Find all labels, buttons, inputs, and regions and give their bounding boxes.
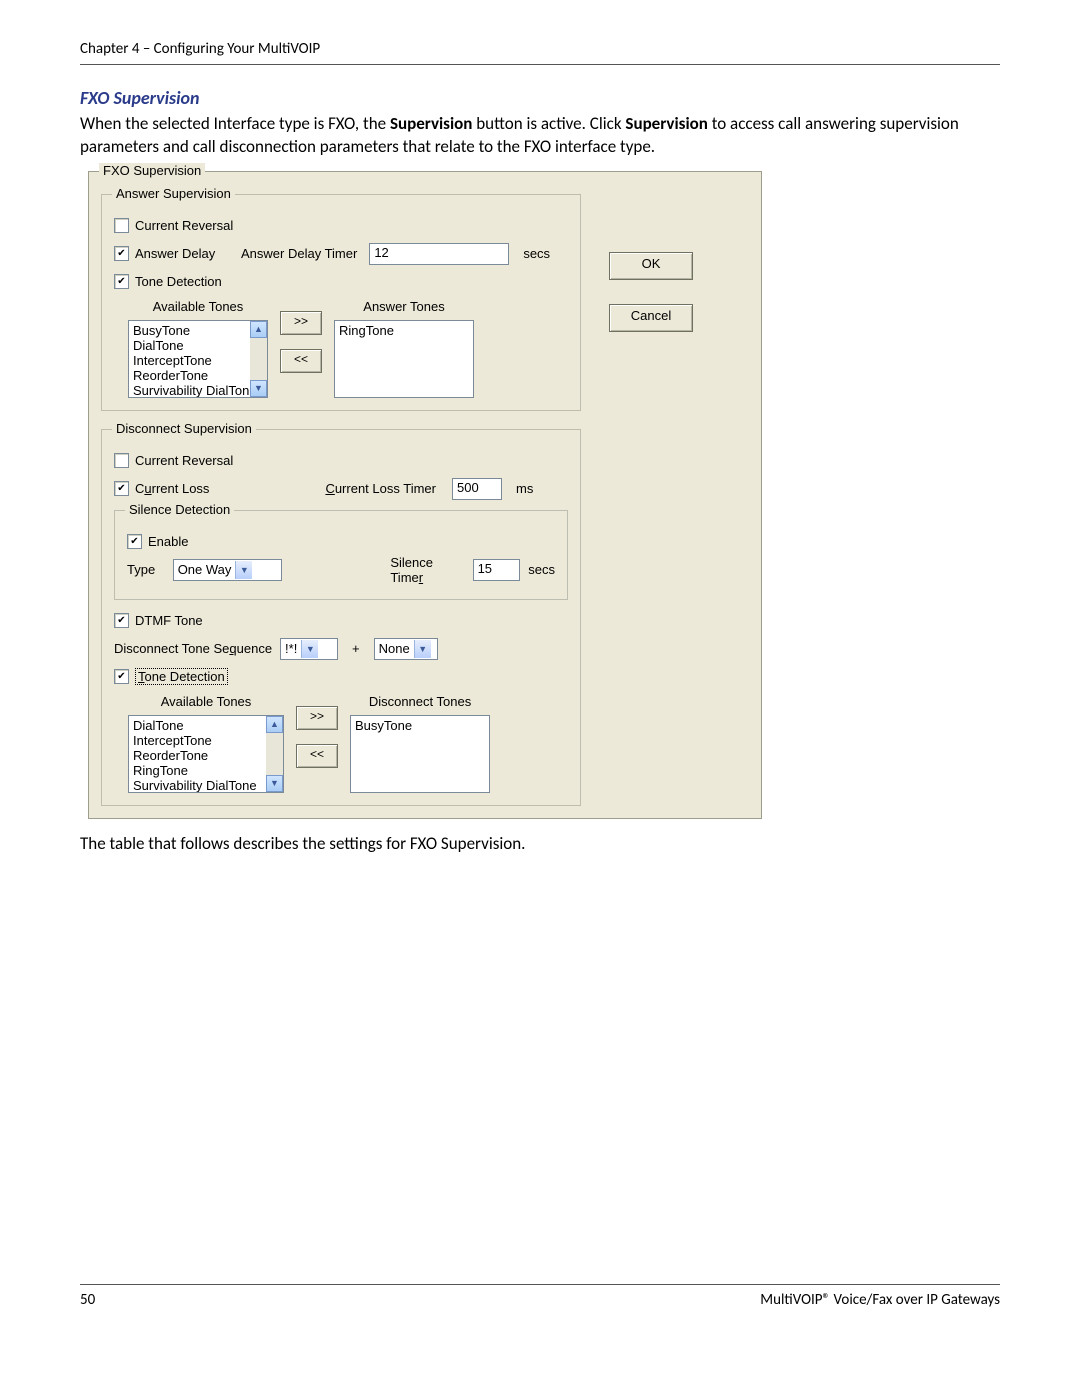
- answer-delay-timer-label: Answer Delay Timer: [241, 246, 357, 261]
- disc-tone-detection-checkbox[interactable]: [114, 669, 129, 684]
- disconnect-seq1-value: !*!: [285, 641, 297, 656]
- answer-delay-timer-input[interactable]: 12: [369, 243, 509, 265]
- current-loss-timer-label: Current Loss Timer: [325, 481, 436, 496]
- silence-type-select[interactable]: One Way ▼: [173, 559, 283, 581]
- list-item[interactable]: Survivability DialTone: [133, 383, 267, 398]
- current-loss-checkbox[interactable]: [114, 481, 129, 496]
- scrollbar[interactable]: ▲ ▼: [250, 321, 267, 397]
- answer-delay-checkbox[interactable]: [114, 246, 129, 261]
- answer-tones-list[interactable]: RingTone: [334, 320, 474, 398]
- scroll-up-icon[interactable]: ▲: [250, 321, 267, 338]
- chapter-header: Chapter 4 – Configuring Your MultiVOIP: [80, 40, 1000, 65]
- footer-product: MultiVOIP® Voice/Fax over IP Gateways: [760, 1291, 1000, 1309]
- list-item[interactable]: InterceptTone: [133, 733, 283, 748]
- scroll-down-icon[interactable]: ▼: [266, 775, 283, 792]
- tone-detection-label: Tone Detection: [135, 274, 222, 289]
- intro-text: button is active. Click: [472, 113, 625, 134]
- list-item[interactable]: Survivability DialTone: [133, 778, 283, 793]
- fxo-supervision-group: FXO Supervision Answer Supervision Curre…: [88, 171, 762, 819]
- secs-label: secs: [523, 246, 550, 261]
- intro-text: When the selected Interface type is FXO,…: [80, 113, 390, 134]
- intro-bold-2: Supervision: [625, 113, 707, 134]
- chevron-down-icon[interactable]: ▼: [414, 640, 431, 658]
- disconnect-tones-list[interactable]: BusyTone: [350, 715, 490, 793]
- silence-timer-input[interactable]: 15: [473, 559, 521, 581]
- section-title: FXO Supervision: [80, 87, 1000, 109]
- disc-move-left-button[interactable]: <<: [296, 744, 338, 768]
- silence-timer-label: Silence Timer: [390, 555, 464, 585]
- available-tones-label: Available Tones: [128, 299, 268, 314]
- disc-available-tones-list[interactable]: DialTone InterceptTone ReorderTone RingT…: [128, 715, 284, 793]
- disconnect-seq1-select[interactable]: !*! ▼: [280, 638, 338, 660]
- fxo-supervision-legend: FXO Supervision: [99, 163, 205, 178]
- answer-supervision-legend: Answer Supervision: [112, 186, 235, 201]
- silence-type-label: Type: [127, 562, 165, 577]
- current-loss-timer-input[interactable]: 500: [452, 478, 502, 500]
- current-reversal-label: Current Reversal: [135, 218, 233, 233]
- silence-enable-label: Enable: [148, 534, 188, 549]
- intro-paragraph: When the selected Interface type is FXO,…: [80, 113, 1000, 159]
- silence-enable-checkbox[interactable]: [127, 534, 142, 549]
- list-item[interactable]: BusyTone: [133, 323, 267, 338]
- list-item[interactable]: RingTone: [133, 763, 283, 778]
- scroll-down-icon[interactable]: ▼: [250, 380, 267, 397]
- dtmf-tone-label: DTMF Tone: [135, 613, 203, 628]
- ok-button[interactable]: OK: [609, 252, 693, 280]
- silence-detection-group: Silence Detection Enable Type One Way ▼: [114, 510, 568, 600]
- list-item[interactable]: RingTone: [339, 323, 473, 338]
- disconnect-tones-label: Disconnect Tones: [350, 694, 490, 709]
- move-right-button[interactable]: >>: [280, 311, 322, 335]
- list-item[interactable]: ReorderTone: [133, 368, 267, 383]
- answer-delay-label: Answer Delay: [135, 246, 235, 261]
- list-item[interactable]: ReorderTone: [133, 748, 283, 763]
- silence-type-value: One Way: [178, 562, 232, 577]
- silence-detection-legend: Silence Detection: [125, 502, 234, 517]
- disconnect-seq2-select[interactable]: None ▼: [374, 638, 438, 660]
- current-loss-label: Current Loss: [135, 481, 209, 496]
- ms-label: ms: [516, 481, 533, 496]
- answer-supervision-group: Answer Supervision Current Reversal Answ…: [101, 194, 581, 411]
- cancel-button[interactable]: Cancel: [609, 304, 693, 332]
- available-tones-list[interactable]: BusyTone DialTone InterceptTone ReorderT…: [128, 320, 268, 398]
- page-number: 50: [80, 1291, 95, 1309]
- current-reversal-checkbox[interactable]: [114, 218, 129, 233]
- list-item[interactable]: DialTone: [133, 718, 283, 733]
- list-item[interactable]: DialTone: [133, 338, 267, 353]
- disconnect-seq2-value: None: [379, 641, 410, 656]
- plus-icon: +: [352, 641, 360, 656]
- tone-detection-checkbox[interactable]: [114, 274, 129, 289]
- disconnect-sequence-label: Disconnect Tone Sequence: [114, 641, 272, 656]
- disc-current-reversal-label: Current Reversal: [135, 453, 233, 468]
- chevron-down-icon[interactable]: ▼: [235, 561, 252, 579]
- disconnect-supervision-legend: Disconnect Supervision: [112, 421, 256, 436]
- disc-tone-detection-label: Tone Detection: [135, 668, 228, 685]
- scroll-up-icon[interactable]: ▲: [266, 716, 283, 733]
- disconnect-supervision-group: Disconnect Supervision Current Reversal …: [101, 429, 581, 806]
- list-item[interactable]: BusyTone: [355, 718, 489, 733]
- secs-label: secs: [528, 562, 555, 577]
- dtmf-tone-checkbox[interactable]: [114, 613, 129, 628]
- answer-tones-label: Answer Tones: [334, 299, 474, 314]
- disc-move-right-button[interactable]: >>: [296, 706, 338, 730]
- move-left-button[interactable]: <<: [280, 349, 322, 373]
- after-paragraph: The table that follows describes the set…: [80, 833, 1000, 854]
- intro-bold-1: Supervision: [390, 113, 472, 134]
- scrollbar[interactable]: ▲ ▼: [266, 716, 283, 792]
- disc-current-reversal-checkbox[interactable]: [114, 453, 129, 468]
- chevron-down-icon[interactable]: ▼: [301, 640, 318, 658]
- list-item[interactable]: InterceptTone: [133, 353, 267, 368]
- disc-available-tones-label: Available Tones: [128, 694, 284, 709]
